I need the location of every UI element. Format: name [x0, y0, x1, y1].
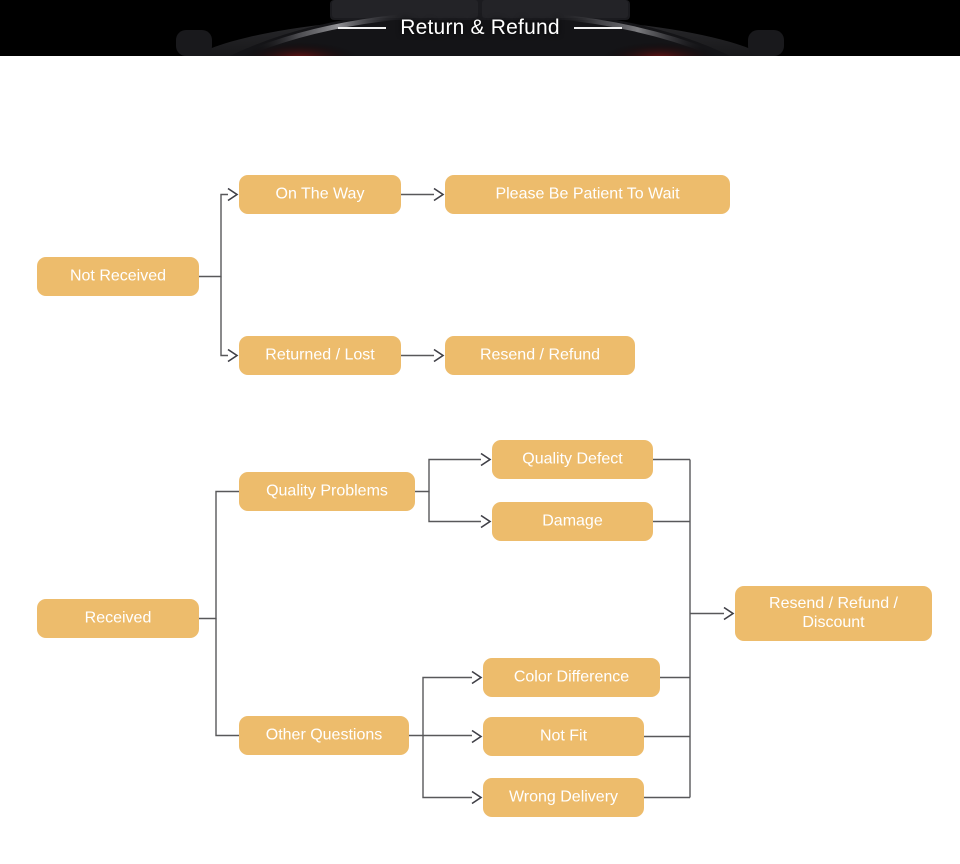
flow-node-not-received[interactable]: Not Received: [37, 257, 199, 296]
arrow-head-icon: [227, 348, 239, 363]
node-label: Received: [85, 610, 152, 627]
page-title: Return & Refund: [400, 16, 560, 39]
arrow-head-icon: [480, 452, 492, 467]
node-label: Wrong Delivery: [509, 789, 618, 806]
flow-node-quality-probs[interactable]: Quality Problems: [239, 472, 415, 511]
title-rule-right-icon: [573, 27, 622, 29]
node-label: Damage: [542, 513, 603, 530]
node-label: Resend / Refund /: [769, 595, 899, 612]
arrow-head-icon: [227, 187, 239, 202]
arrow-head-icon: [433, 187, 445, 202]
returns-flowchart: Not Received On The Way Please Be Patient …: [0, 56, 960, 864]
edge-quality-problems-quality-defect: [415, 458, 481, 493]
node-label: Discount: [802, 614, 865, 631]
flow-node-resend-refund[interactable]: Resend / Refund: [445, 336, 635, 375]
arrow-head-icon: [471, 670, 483, 685]
flow-node-damage[interactable]: Damage: [492, 502, 653, 541]
page-banner: Return & Refund: [0, 0, 960, 56]
edge-other-questions-color-difference: [409, 676, 472, 737]
node-label: Other Questions: [266, 727, 383, 744]
node-label: Quality Defect: [522, 451, 623, 468]
flow-node-wrong-delivery[interactable]: Wrong Delivery: [483, 778, 644, 817]
arrow-head-icon: [471, 790, 483, 805]
flowchart-canvas: Not Received On The Way Please Be Patient …: [37, 175, 932, 817]
node-label: Resend / Refund: [480, 347, 600, 364]
flow-node-be-patient[interactable]: Please Be Patient To Wait: [445, 175, 730, 214]
arrow-head-icon: [433, 348, 445, 363]
flow-node-other-questions[interactable]: Other Questions: [239, 716, 409, 755]
node-label: Returned / Lost: [265, 347, 375, 364]
title-rule-left-icon: [338, 27, 387, 29]
edge-other-questions-wrong-delivery: [422, 735, 472, 799]
edge-not-received-on-the-way: [199, 193, 228, 278]
flow-node-received[interactable]: Received: [37, 599, 199, 638]
edge-received-other-questions: [215, 618, 239, 737]
edge-not-received-returned-lost: [220, 276, 228, 357]
arrow-head-icon: [723, 606, 735, 621]
flow-node-color-diff[interactable]: Color Difference: [483, 658, 660, 697]
node-layer: Not Received On The Way Please Be Patient …: [37, 175, 932, 817]
edge-received-quality-problems: [199, 490, 239, 620]
node-label: On The Way: [276, 186, 365, 203]
flow-node-on-the-way[interactable]: On The Way: [239, 175, 401, 214]
node-label: Quality Problems: [266, 483, 388, 500]
node-label: Not Received: [70, 268, 166, 285]
node-label: Color Difference: [514, 669, 629, 686]
flow-node-returned-lost[interactable]: Returned / Lost: [239, 336, 401, 375]
arrow-head-icon: [471, 729, 483, 744]
flow-node-resend-discount[interactable]: Resend / Refund / Discount: [735, 586, 932, 641]
flow-node-quality-defect[interactable]: Quality Defect: [492, 440, 653, 479]
edge-quality-problems-damage: [428, 491, 481, 523]
arrow-head-icon: [480, 514, 492, 529]
flow-node-not-fit[interactable]: Not Fit: [483, 717, 644, 756]
node-label: Please Be Patient To Wait: [495, 186, 680, 203]
banner-title-group: Return & Refund: [0, 0, 960, 56]
node-label: Not Fit: [540, 728, 588, 745]
